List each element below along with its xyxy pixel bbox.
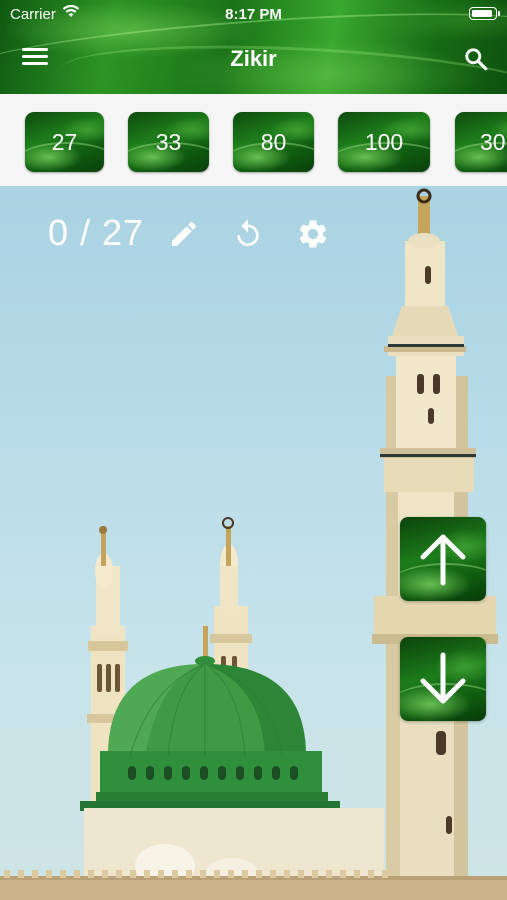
battery-icon <box>469 7 500 20</box>
status-time: 8:17 PM <box>225 6 282 23</box>
reset-icon[interactable] <box>232 218 264 255</box>
increment-button[interactable] <box>400 517 486 601</box>
preset-button[interactable]: 33 <box>128 112 209 172</box>
search-icon[interactable] <box>463 46 489 72</box>
decrement-button[interactable] <box>400 637 486 721</box>
app-header: Carrier 8:17 PM Zikir <box>0 0 507 94</box>
hamburger-menu-icon[interactable] <box>22 48 48 70</box>
preset-button[interactable]: 30 <box>455 112 507 172</box>
battery-level <box>472 10 492 17</box>
preset-button[interactable]: 27 <box>25 112 104 172</box>
preset-label: 33 <box>155 128 182 155</box>
preset-label: 100 <box>364 128 404 155</box>
arrow-up-icon <box>420 534 466 586</box>
pencil-icon[interactable] <box>168 218 200 255</box>
counter-display: 0 / 27 <box>48 212 145 253</box>
preset-bar: 27 33 80 100 30 <box>0 94 507 186</box>
preset-label: 27 <box>51 128 78 155</box>
preset-button[interactable]: 100 <box>338 112 430 172</box>
preset-label: 30 <box>480 128 506 155</box>
preset-label: 80 <box>260 128 287 155</box>
status-bar: Carrier 8:17 PM <box>0 0 507 28</box>
gear-icon[interactable] <box>296 217 330 256</box>
preset-button[interactable]: 80 <box>233 112 314 172</box>
arrow-down-icon <box>420 652 466 704</box>
